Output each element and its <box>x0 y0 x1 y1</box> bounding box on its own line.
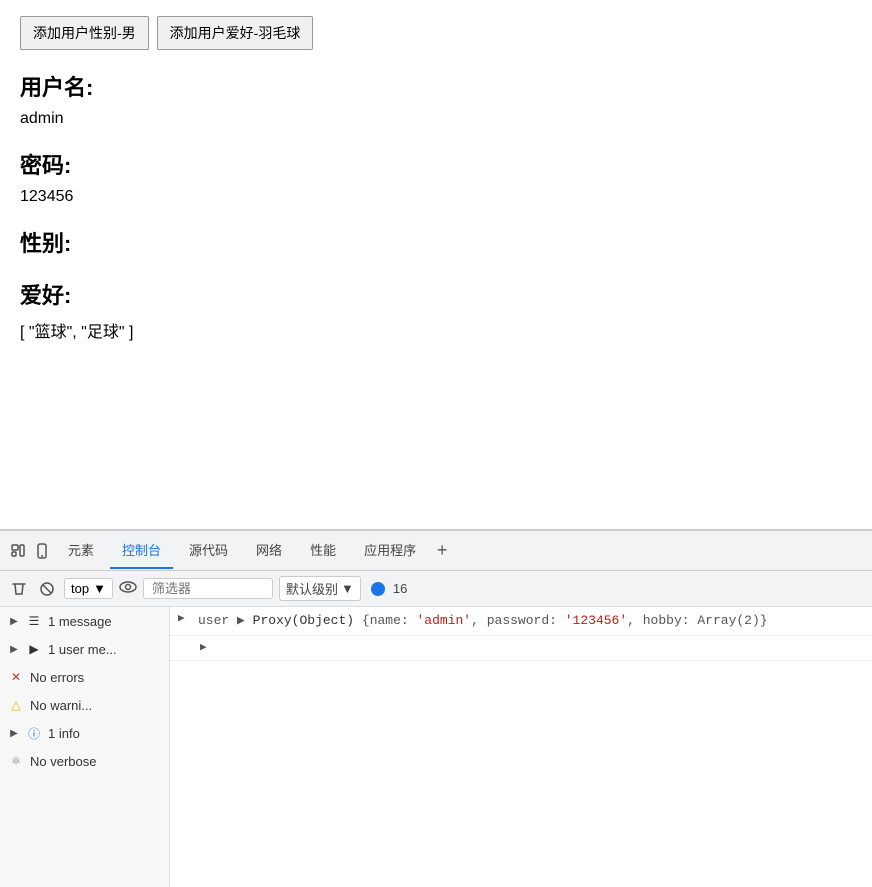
ban-icon[interactable] <box>36 578 58 600</box>
username-value: admin <box>20 110 852 128</box>
gender-label: 性别: <box>20 226 852 258</box>
password-val: '123456' <box>565 613 627 628</box>
password-value: 123456 <box>20 188 852 206</box>
password-label: 密码: <box>20 148 852 180</box>
devtools-tab-bar: 元素 控制台 源代码 网络 性能 应用程序 + <box>0 531 872 571</box>
console-row-expand: ▶ <box>170 636 872 662</box>
inspect-icon[interactable] <box>8 541 28 561</box>
sidebar-all-messages[interactable]: ▶ ☰ 1 message <box>0 607 169 635</box>
devtools-body: ▶ ☰ 1 message ▶ ▶ 1 user me... ✕ No erro… <box>0 607 872 887</box>
message-count: 16 <box>393 581 407 596</box>
devtools-toolbar: top ▼ 默认级别 ▼ 16 <box>0 571 872 607</box>
row-expand-arrow[interactable]: ▶ <box>178 611 192 628</box>
filter-input[interactable] <box>143 578 273 599</box>
user-icon: ▶ <box>26 641 42 657</box>
name-val: 'admin' <box>417 613 472 628</box>
sidebar-verbose-label: No verbose <box>30 754 96 769</box>
sidebar-user-messages[interactable]: ▶ ▶ 1 user me... <box>0 635 169 663</box>
expand-icon: ▶ <box>8 615 20 627</box>
devtools-panel: 元素 控制台 源代码 网络 性能 应用程序 + <box>0 530 872 887</box>
mobile-icon[interactable] <box>32 541 52 561</box>
sidebar-no-verbose[interactable]: ⚛ No verbose <box>0 747 169 775</box>
add-hobby-button[interactable]: 添加用户爱好-羽毛球 <box>157 16 314 50</box>
console-label: user <box>198 613 229 628</box>
devtools-console: ▶ user ▶ Proxy(Object) {name: 'admin', p… <box>170 607 872 887</box>
sidebar-errors-label: No errors <box>30 670 84 685</box>
blue-dot <box>371 582 385 596</box>
verbose-icon: ⚛ <box>8 753 24 769</box>
warning-icon: △ <box>8 697 24 713</box>
tab-network[interactable]: 网络 <box>244 532 294 569</box>
sidebar-no-warnings[interactable]: △ No warni... <box>0 691 169 719</box>
clear-console-icon[interactable] <box>8 578 30 600</box>
button-row: 添加用户性别-男 添加用户爱好-羽毛球 <box>20 16 852 50</box>
sidebar-messages-label: 1 message <box>48 614 112 629</box>
sidebar-info-label: 1 info <box>48 726 80 741</box>
expand-icon-3: ▶ <box>8 727 20 739</box>
tab-elements[interactable]: 元素 <box>56 532 106 569</box>
proxy-text: Proxy(Object) <box>253 613 362 628</box>
plus-icon[interactable]: + <box>432 541 452 561</box>
info-icon: ⓘ <box>26 725 42 741</box>
sidebar-no-errors[interactable]: ✕ No errors <box>0 663 169 691</box>
error-icon: ✕ <box>8 669 24 685</box>
add-gender-button[interactable]: 添加用户性别-男 <box>20 16 149 50</box>
sidebar-info[interactable]: ▶ ⓘ 1 info <box>0 719 169 747</box>
username-label: 用户名: <box>20 70 852 102</box>
tab-performance[interactable]: 性能 <box>298 532 348 569</box>
console-detail: {name: <box>362 613 417 628</box>
hobby-label: 爱好: <box>20 278 852 310</box>
expand-icon-2: ▶ <box>8 643 20 655</box>
hobby-value: [ "篮球", "足球" ] <box>20 318 852 342</box>
sidebar-user-label: 1 user me... <box>48 642 117 657</box>
default-level-dropdown[interactable]: 默认级别 ▼ <box>279 576 361 601</box>
tab-sources[interactable]: 源代码 <box>177 532 240 569</box>
tab-application[interactable]: 应用程序 <box>352 532 428 569</box>
console-arrow: ▶ <box>237 613 253 628</box>
list-icon: ☰ <box>26 613 42 629</box>
tab-console[interactable]: 控制台 <box>110 532 173 569</box>
row-expand-arrow-2[interactable]: ▶ <box>200 640 214 657</box>
main-content: 添加用户性别-男 添加用户爱好-羽毛球 用户名: admin 密码: 12345… <box>0 0 872 530</box>
context-dropdown[interactable]: top ▼ <box>64 578 113 599</box>
eye-icon[interactable] <box>119 580 137 597</box>
sidebar-warnings-label: No warni... <box>30 698 92 713</box>
console-row-user: ▶ user ▶ Proxy(Object) {name: 'admin', p… <box>170 607 872 636</box>
devtools-sidebar: ▶ ☰ 1 message ▶ ▶ 1 user me... ✕ No erro… <box>0 607 170 887</box>
